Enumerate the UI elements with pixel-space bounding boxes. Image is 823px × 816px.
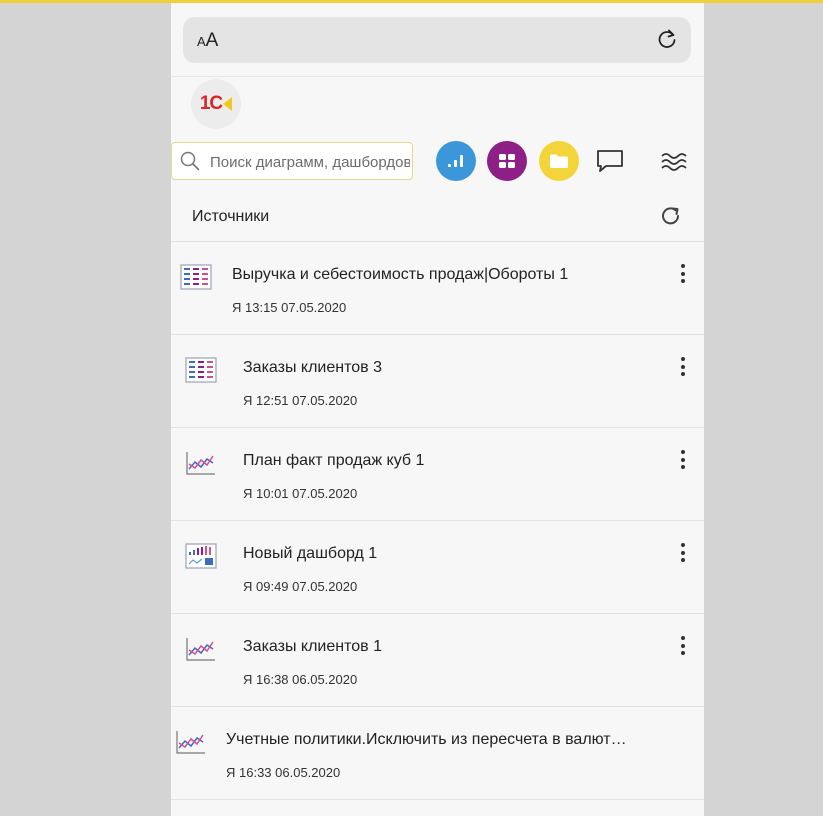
list-item[interactable]: Заказы клиентов 1 Я 16:38 06.05.2020 — [171, 614, 704, 707]
item-meta: Я 12:51 07.05.2020 — [243, 393, 358, 408]
section-title: Источники — [192, 208, 270, 225]
browser-address-bar[interactable]: AA — [183, 17, 691, 63]
dashboard-icon — [499, 154, 515, 168]
item-title: Заказы клиентов 3 — [243, 359, 382, 376]
sources-list: Выручка и себестоимость продаж|Обороты 1… — [171, 242, 704, 800]
list-item[interactable]: Новый дашборд 1 Я 09:49 07.05.2020 — [171, 521, 704, 614]
line-chart-icon — [186, 452, 215, 475]
search-box[interactable] — [171, 142, 413, 180]
app-logo[interactable]: 1C — [191, 79, 241, 129]
more-icon[interactable] — [680, 264, 686, 286]
charts-button[interactable] — [436, 141, 476, 181]
dashboard-thumb-icon — [185, 543, 217, 569]
message-icon[interactable] — [595, 148, 625, 174]
item-meta: Я 16:38 06.05.2020 — [243, 672, 358, 687]
item-meta: Я 10:01 07.05.2020 — [243, 486, 358, 501]
more-icon[interactable] — [680, 357, 686, 379]
text-size-button[interactable]: AA — [197, 30, 218, 52]
reload-icon[interactable] — [655, 27, 679, 51]
item-title: Учетные политики.Исключить из пересчета … — [226, 731, 627, 748]
list-item[interactable]: План факт продаж куб 1 Я 10:01 07.05.202… — [171, 428, 704, 521]
folders-button[interactable] — [539, 141, 579, 181]
line-chart-icon — [176, 731, 205, 754]
list-item[interactable]: Учетные политики.Исключить из пересчета … — [171, 707, 704, 800]
refresh-icon[interactable] — [659, 204, 683, 228]
item-meta: Я 16:33 06.05.2020 — [226, 765, 341, 780]
search-input[interactable] — [208, 149, 412, 175]
mobile-screen: AA 1C Поиск диаграмм, дашбордов Источник… — [171, 3, 704, 816]
item-title: Новый дашборд 1 — [243, 545, 378, 562]
table-icon — [185, 357, 217, 383]
search-icon — [180, 151, 200, 171]
dashboards-button[interactable] — [487, 141, 527, 181]
more-icon[interactable] — [680, 543, 686, 565]
folder-icon — [550, 154, 568, 168]
list-item[interactable]: Заказы клиентов 3 Я 12:51 07.05.2020 — [171, 335, 704, 428]
header-divider — [171, 76, 704, 77]
menu-icon[interactable] — [659, 150, 687, 174]
item-meta: Я 09:49 07.05.2020 — [243, 579, 358, 594]
logo-mark-icon — [223, 97, 233, 111]
item-title: Выручка и себестоимость продаж|Обороты 1 — [232, 266, 569, 283]
line-chart-icon — [186, 638, 215, 661]
more-icon[interactable] — [680, 450, 686, 472]
chart-icon — [448, 155, 463, 167]
table-icon — [180, 264, 212, 290]
item-title: План факт продаж куб 1 — [243, 452, 425, 469]
item-meta: Я 13:15 07.05.2020 — [232, 300, 347, 315]
item-title: Заказы клиентов 1 — [243, 638, 382, 655]
more-icon[interactable] — [680, 636, 686, 658]
list-item[interactable]: Выручка и себестоимость продаж|Обороты 1… — [171, 242, 704, 335]
